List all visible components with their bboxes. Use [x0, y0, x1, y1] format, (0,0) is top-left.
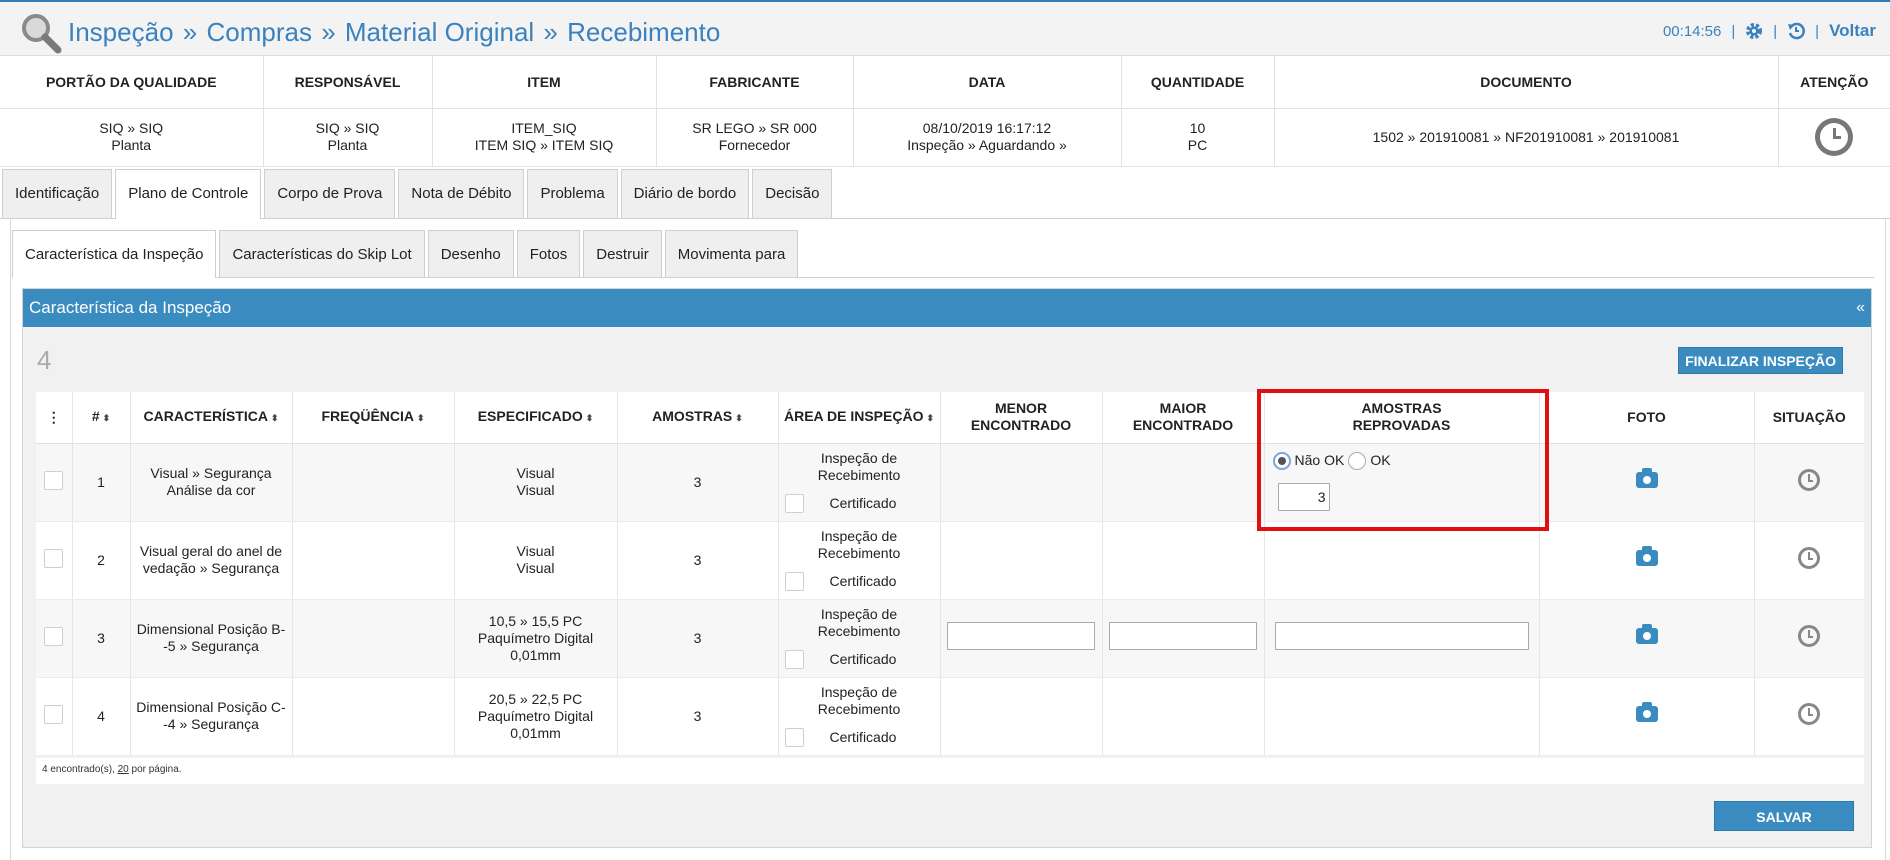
value-responsavel: SIQ » SIQ Planta: [263, 108, 433, 167]
header-foto: FOTO: [1539, 392, 1755, 444]
header-reprovadas: AMOSTRAS REPROVADAS: [1264, 392, 1540, 444]
tab-nota-de-debito[interactable]: Nota de Débito: [398, 169, 525, 218]
tab-identificacao[interactable]: Identificação: [2, 169, 113, 218]
clock-icon[interactable]: [1798, 703, 1821, 725]
header-item: ITEM: [432, 56, 657, 109]
finalize-inspection-button[interactable]: FINALIZAR INSPEÇÃO: [1678, 347, 1843, 374]
subtab-fotos[interactable]: Fotos: [516, 230, 581, 277]
save-button[interactable]: SALVAR: [1714, 801, 1854, 831]
main-tabs: Identificação Plano de Controle Corpo de…: [2, 169, 833, 219]
value-documento: 1502 » 201910081 » NF201910081 » 2019100…: [1274, 108, 1779, 167]
value-data: 08/10/2019 16:17:12 Inspeção » Aguardando…: [853, 108, 1122, 167]
certificado-checkbox[interactable]: [784, 493, 804, 513]
nao-ok-radio[interactable]: [1272, 451, 1291, 470]
subtab-skip-lot[interactable]: Características do Skip Lot: [219, 230, 425, 277]
clock-icon[interactable]: [1798, 547, 1821, 569]
sub-tabs: Característica da Inspeção Característic…: [12, 230, 799, 278]
rejected-samples-input[interactable]: [1274, 622, 1529, 650]
certificado-checkbox[interactable]: [784, 649, 804, 669]
table-row: 3 Dimensional Posição B- -5 » Segurança 1…: [36, 599, 1864, 678]
header-caracteristica[interactable]: CARACTERÍSTICA ⬍: [130, 392, 293, 444]
header-frequencia[interactable]: FREQÜÊNCIA ⬍: [292, 392, 455, 444]
clock-icon[interactable]: [1798, 469, 1821, 491]
tab-problema[interactable]: Problema: [527, 169, 618, 218]
header-portao: PORTÃO DA QUALIDADE: [0, 56, 264, 109]
row-checkbox[interactable]: [44, 704, 64, 724]
header-num[interactable]: # ⬍: [72, 392, 131, 444]
header-responsavel: RESPONSÁVEL: [263, 56, 433, 109]
header-menor: MENOR ENCONTRADO: [940, 392, 1103, 444]
attention-cell: [1778, 108, 1890, 167]
title-bar: Inspeção » Compras » Material Original »…: [0, 0, 1890, 56]
row-checkbox[interactable]: [44, 470, 64, 490]
value-portao: SIQ » SIQ Planta: [0, 108, 264, 167]
table-row: 2 Visual geral do anel de vedação » Segur…: [36, 521, 1864, 600]
camera-icon[interactable]: [1635, 624, 1658, 644]
ok-radio[interactable]: [1348, 451, 1367, 470]
record-count: 4: [37, 345, 52, 375]
menor-input[interactable]: [947, 622, 1095, 650]
column-menu-icon[interactable]: ⋮: [36, 392, 73, 444]
subtab-desenho[interactable]: Desenho: [427, 230, 514, 277]
breadcrumb-item[interactable]: Recebimento: [567, 17, 720, 47]
subtab-movimenta-para[interactable]: Movimenta para: [664, 230, 799, 277]
header-atencao: ATENÇÃO: [1778, 56, 1890, 109]
subtab-destruir[interactable]: Destruir: [583, 230, 662, 277]
header-fabricante: FABRICANTE: [656, 56, 854, 109]
subtab-caracteristica-inspecao[interactable]: Característica da Inspeção: [12, 230, 217, 278]
collapse-icon[interactable]: «: [1856, 289, 1865, 327]
table-row: 4 Dimensional Posição C- -4 » Segurança 2…: [36, 677, 1864, 756]
header-area[interactable]: ÁREA DE INSPEÇÃO ⬍: [778, 392, 941, 444]
rejected-count-input[interactable]: 3: [1277, 482, 1330, 511]
value-quantidade: 10 PC: [1121, 108, 1275, 167]
row-checkbox[interactable]: [44, 626, 64, 646]
clock-icon: [1815, 118, 1854, 156]
row-checkbox[interactable]: [44, 548, 64, 568]
pagination-info: 4 encontrado(s), 20 por página.: [42, 764, 182, 775]
breadcrumb-item[interactable]: Compras: [206, 17, 311, 47]
header-amostras[interactable]: AMOSTRAS ⬍: [617, 392, 779, 444]
breadcrumb: Inspeção » Compras » Material Original »…: [68, 17, 721, 47]
characteristics-table: ⋮ # ⬍ CARACTERÍSTICA ⬍ FREQÜÊNCIA ⬍ ESPECIF…: [36, 392, 1864, 756]
header-documento: DOCUMENTO: [1274, 56, 1779, 109]
maior-input[interactable]: [1109, 622, 1257, 650]
breadcrumb-item[interactable]: Inspeção: [68, 17, 174, 47]
certificado-checkbox[interactable]: [784, 727, 804, 747]
camera-icon[interactable]: [1635, 468, 1658, 488]
gear-icon[interactable]: [1745, 22, 1763, 40]
header-quantidade: QUANTIDADE: [1121, 56, 1275, 109]
panel-header: Característica da Inspeção «: [23, 289, 1871, 327]
tab-corpo-de-prova[interactable]: Corpo de Prova: [264, 169, 396, 218]
tab-decisao[interactable]: Decisão: [752, 169, 833, 218]
camera-icon[interactable]: [1635, 702, 1658, 722]
value-fabricante: SR LEGO » SR 000 Fornecedor: [656, 108, 854, 167]
tab-plano-de-controle[interactable]: Plano de Controle: [115, 169, 262, 219]
header-maior: MAIOR ENCONTRADO: [1102, 392, 1265, 444]
clock-icon[interactable]: [1798, 625, 1821, 647]
camera-icon[interactable]: [1635, 546, 1658, 566]
certificado-checkbox[interactable]: [784, 571, 804, 591]
per-page-link[interactable]: 20: [118, 764, 129, 775]
rejected-samples-cell: Não OK OK 3: [1264, 443, 1540, 522]
table-row: 1 Visual » Segurança Análise da cor Visua…: [36, 443, 1864, 522]
inspection-info-table: PORTÃO DA QUALIDADE RESPONSÁVEL ITEM FAB…: [0, 56, 1890, 167]
header-data: DATA: [853, 56, 1122, 109]
search-icon: [22, 14, 62, 54]
value-item: ITEM_SIQ ITEM SIQ » ITEM SIQ: [432, 108, 657, 167]
session-timer: 00:14:56: [1662, 22, 1722, 40]
panel-title: Característica da Inspeção: [29, 298, 232, 317]
header-situacao: SITUAÇÃO: [1754, 392, 1864, 444]
tab-diario-de-bordo[interactable]: Diário de bordo: [620, 169, 750, 218]
breadcrumb-item[interactable]: Material Original: [345, 17, 534, 47]
back-link[interactable]: Voltar: [1829, 21, 1876, 41]
header-especificado[interactable]: ESPECIFICADO ⬍: [454, 392, 618, 444]
refresh-history-icon[interactable]: [1787, 22, 1806, 40]
